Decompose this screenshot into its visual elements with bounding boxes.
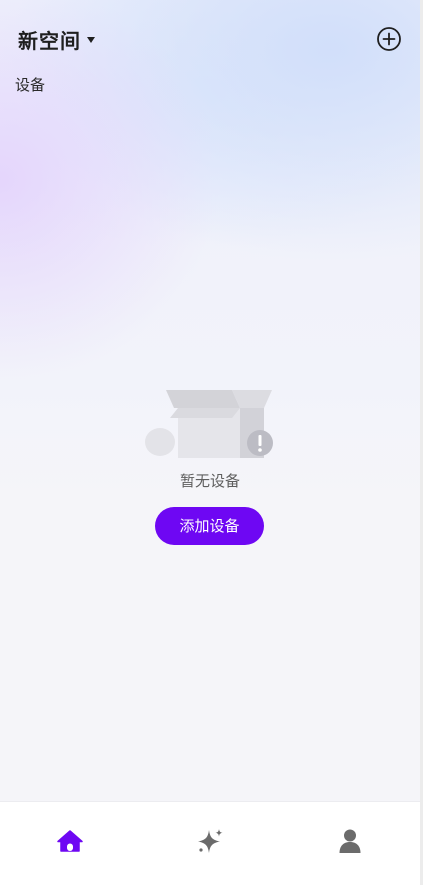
home-icon [57, 830, 83, 852]
empty-message: 暂无设备 [179, 472, 240, 490]
space-switcher[interactable]: 新空间 [18, 24, 95, 54]
empty-box-icon [145, 390, 273, 458]
tab-smart[interactable] [193, 824, 227, 858]
plus-circle-icon [377, 27, 401, 51]
sparkle-icon [198, 829, 223, 853]
section-title-devices: 设备 [15, 76, 46, 94]
tab-home[interactable] [53, 824, 87, 858]
bottom-tab-bar [0, 801, 420, 885]
home-screen: 新空间 设备 暂无设备 添加设备 [0, 0, 420, 885]
user-icon [339, 829, 361, 853]
add-device-button[interactable]: 添加设备 [155, 507, 264, 545]
tab-profile[interactable] [333, 824, 367, 858]
caret-down-icon [87, 37, 95, 43]
add-button[interactable] [376, 26, 402, 52]
space-name: 新空间 [18, 28, 81, 53]
